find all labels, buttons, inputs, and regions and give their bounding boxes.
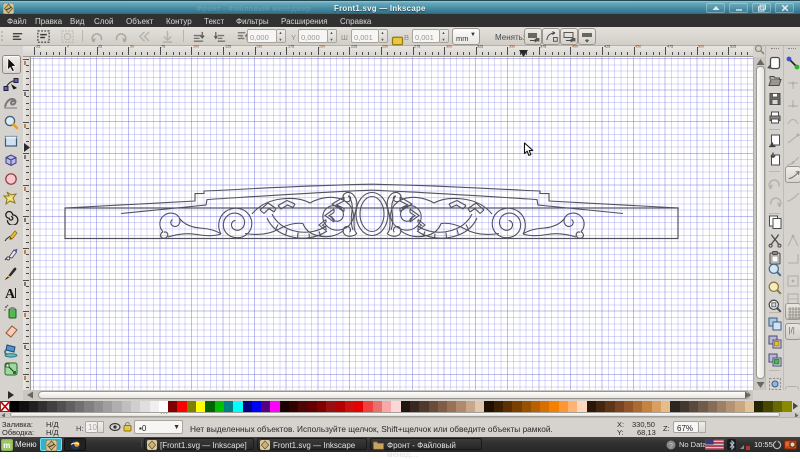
- svg-text:A: A: [5, 287, 16, 301]
- svg-text:?: ?: [669, 443, 673, 450]
- svg-text:m: m: [3, 441, 10, 450]
